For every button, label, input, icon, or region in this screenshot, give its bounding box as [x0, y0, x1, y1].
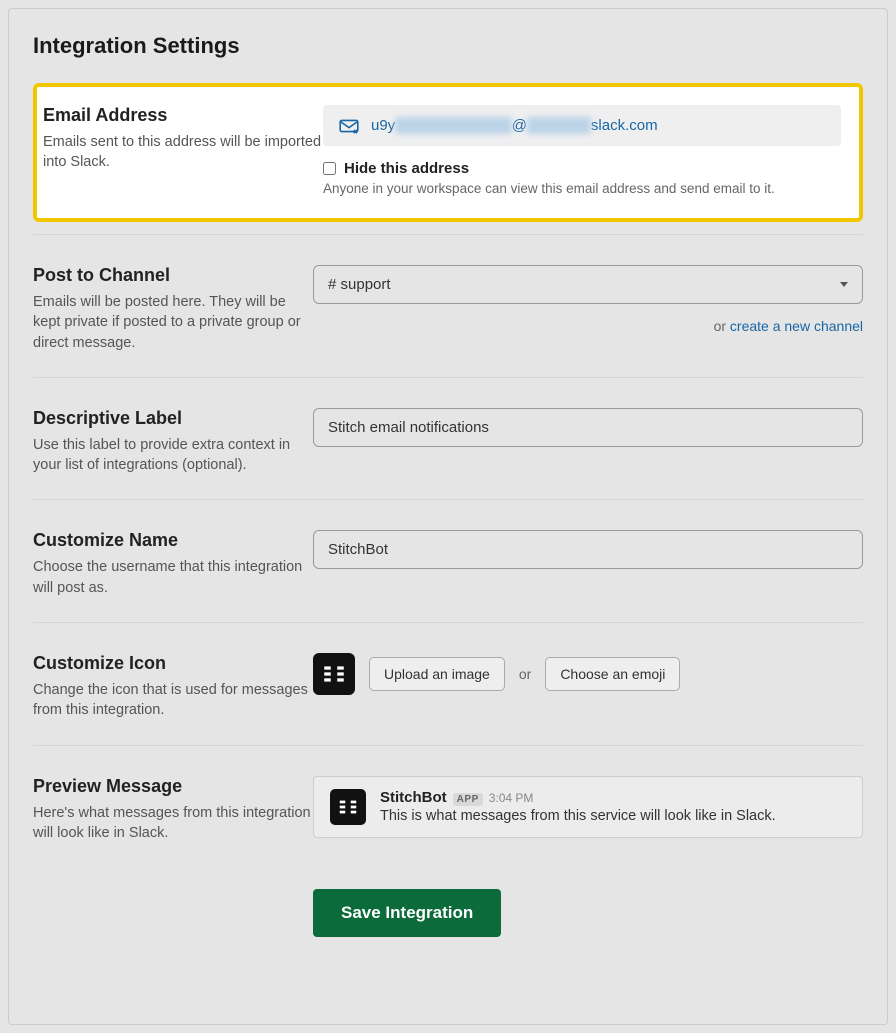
hide-address-note: Anyone in your workspace can view this e…	[323, 181, 841, 196]
post-to-channel-section: Post to Channel Emails will be posted he…	[33, 234, 863, 371]
preview-time: 3:04 PM	[489, 791, 534, 805]
preview-box: StitchBot APP 3:04 PM This is what messa…	[313, 776, 863, 838]
icon-or-text: or	[519, 666, 531, 682]
channel-select-value: # support	[328, 276, 391, 293]
preview-bot-name: StitchBot	[380, 789, 447, 806]
customize-name-section: Customize Name Choose the username that …	[33, 499, 863, 616]
hide-address-label[interactable]: Hide this address	[323, 160, 841, 177]
descriptive-label-section: Descriptive Label Use this label to prov…	[33, 377, 863, 494]
save-integration-button[interactable]: Save Integration	[313, 889, 501, 937]
create-channel-link[interactable]: create a new channel	[730, 318, 863, 334]
choose-emoji-button[interactable]: Choose an emoji	[545, 657, 680, 691]
channel-desc: Emails will be posted here. They will be…	[33, 292, 313, 353]
label-desc: Use this label to provide extra context …	[33, 435, 313, 476]
name-desc: Choose the username that this integratio…	[33, 557, 313, 598]
hide-address-checkbox[interactable]	[323, 162, 336, 175]
preview-title: Preview Message	[33, 776, 313, 797]
descriptive-label-input[interactable]	[313, 408, 863, 447]
preview-message-section: Preview Message Here's what messages fro…	[33, 745, 863, 862]
email-address-display: u9yxxxxxxxxxxxxxxx@xxxxxxxxslack.com	[323, 105, 841, 146]
customize-icon-section: Customize Icon Change the icon that is u…	[33, 622, 863, 739]
email-desc: Emails sent to this address will be impo…	[43, 132, 323, 173]
preview-desc: Here's what messages from this integrati…	[33, 803, 313, 844]
customize-name-input[interactable]	[313, 530, 863, 569]
app-badge: APP	[453, 793, 483, 806]
email-title: Email Address	[43, 105, 323, 126]
email-address-section: Email Address Emails sent to this addres…	[33, 83, 863, 222]
chevron-down-icon	[840, 282, 848, 287]
icon-title: Customize Icon	[33, 653, 313, 674]
label-title: Descriptive Label	[33, 408, 313, 429]
preview-avatar-icon	[330, 789, 366, 825]
channel-select[interactable]: # support	[313, 265, 863, 304]
channel-title: Post to Channel	[33, 265, 313, 286]
name-title: Customize Name	[33, 530, 313, 551]
email-address-text: u9yxxxxxxxxxxxxxxx@xxxxxxxxslack.com	[371, 117, 658, 134]
bot-avatar-icon	[313, 653, 355, 695]
icon-desc: Change the icon that is used for message…	[33, 680, 313, 721]
upload-image-button[interactable]: Upload an image	[369, 657, 505, 691]
preview-message-text: This is what messages from this service …	[380, 808, 776, 824]
create-channel-row: or create a new channel	[313, 318, 863, 334]
mail-icon	[339, 118, 359, 134]
page-title: Integration Settings	[33, 33, 863, 59]
